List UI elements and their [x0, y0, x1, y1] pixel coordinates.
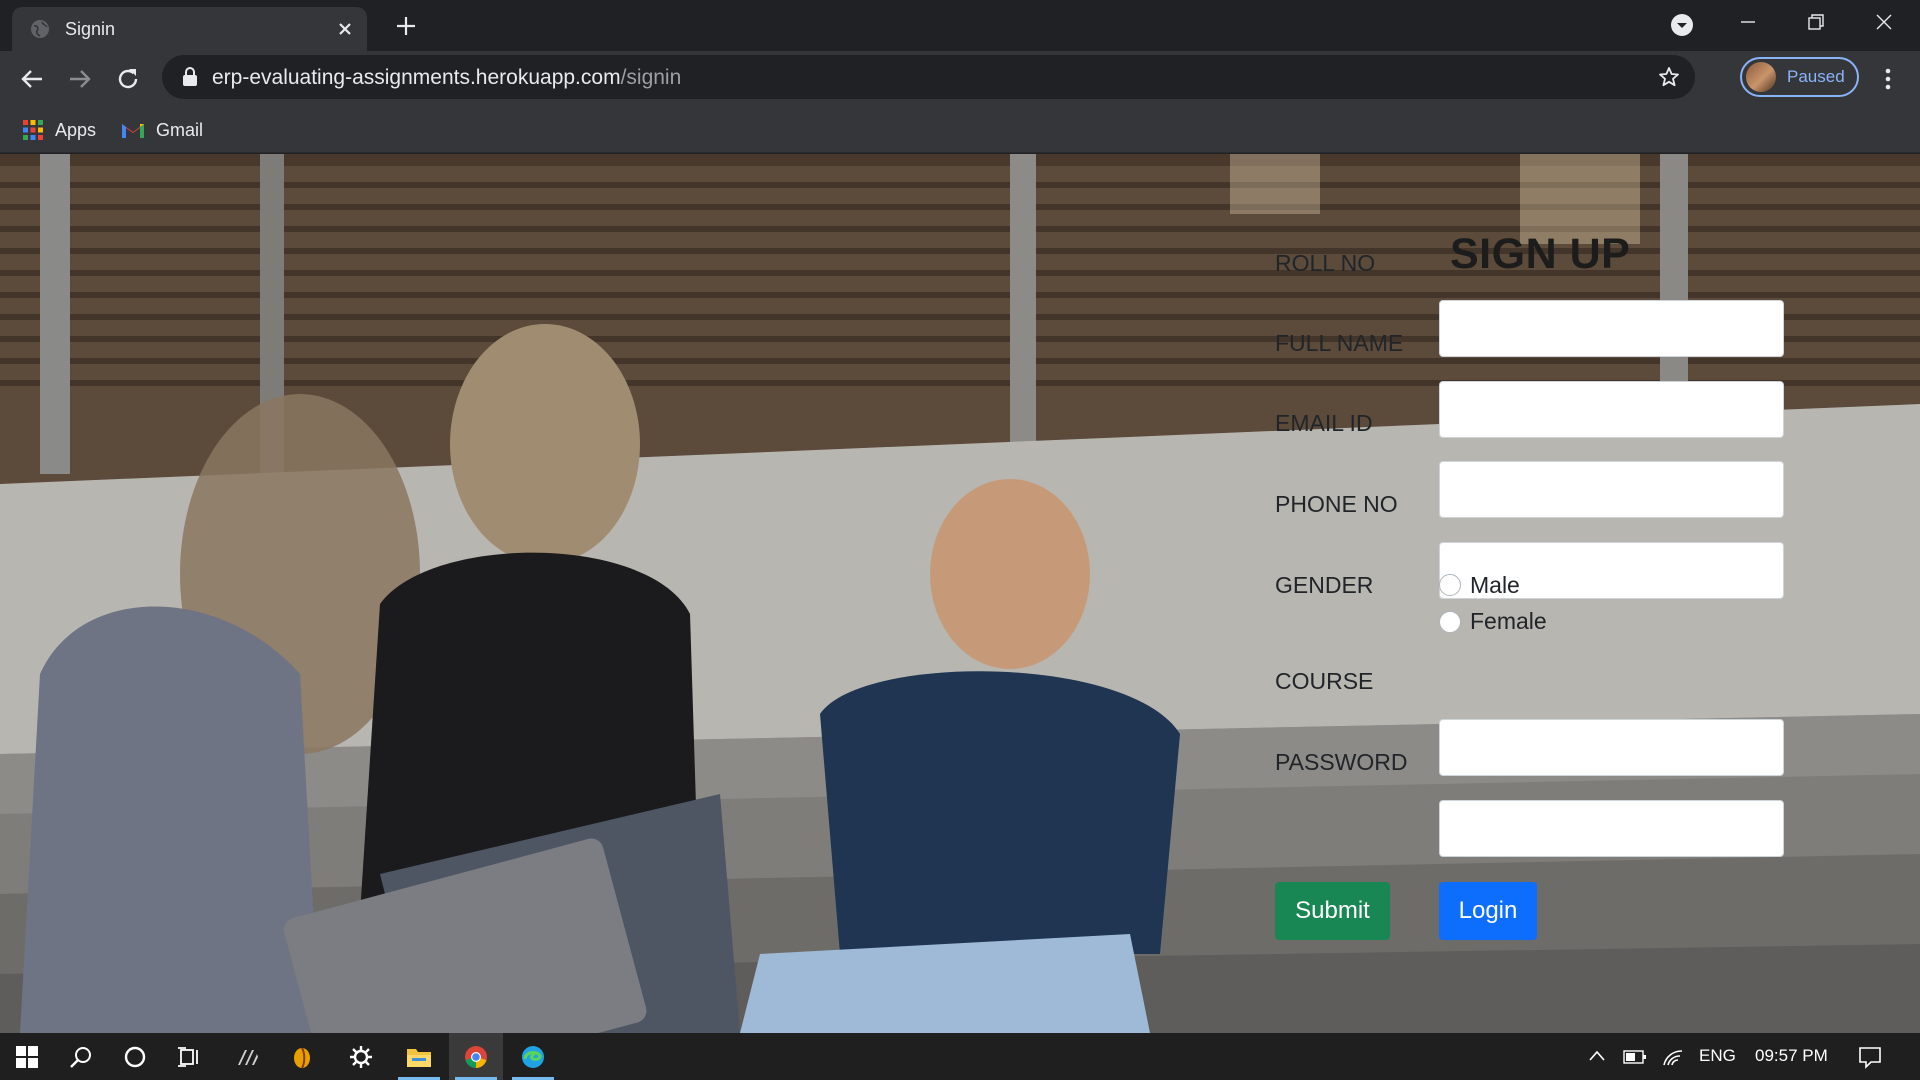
file-explorer-icon: [407, 1048, 431, 1067]
back-icon[interactable]: [18, 65, 46, 93]
url-text: erp-evaluating-assignments.herokuapp.com…: [212, 66, 681, 90]
roll-no-label: ROLL NO: [1275, 250, 1376, 276]
browser-icon: [294, 1046, 310, 1069]
bookmark-apps[interactable]: Apps: [22, 116, 96, 144]
phone-label: PHONE NO: [1275, 491, 1398, 517]
password-label: PASSWORD: [1275, 749, 1408, 775]
email-label: EMAIL ID: [1275, 410, 1373, 436]
restore-button[interactable]: [1782, 0, 1850, 44]
settings-icon: [350, 1045, 372, 1068]
search-icon: [70, 1046, 91, 1068]
page-content: SIGN UP ROLL NO FULL NAME EMAIL ID PHONE…: [0, 154, 1920, 1033]
language-indicator[interactable]: ENG: [1699, 1046, 1736, 1066]
roll-no-input[interactable]: [1439, 300, 1784, 357]
gender-female-label[interactable]: Female: [1470, 608, 1547, 635]
restore-icon: [1808, 14, 1824, 30]
taskbar-search[interactable]: [54, 1033, 108, 1080]
address-bar[interactable]: erp-evaluating-assignments.herokuapp.com…: [162, 55, 1695, 99]
minimize-button[interactable]: [1714, 0, 1782, 44]
edge-icon: [522, 1045, 544, 1068]
full-name-label: FULL NAME: [1275, 330, 1404, 356]
globe-icon: [31, 20, 49, 38]
taskbar-chrome[interactable]: [449, 1033, 503, 1080]
tab-search-icon[interactable]: [1670, 13, 1694, 37]
bookmarks-bar: Apps Gmail: [0, 107, 1920, 153]
course-input[interactable]: [1439, 719, 1784, 776]
email-input[interactable]: [1439, 461, 1784, 518]
chrome-icon: [465, 1045, 487, 1068]
task-view-icon: [178, 1046, 198, 1067]
taskbar-edge[interactable]: [506, 1033, 560, 1080]
taskbar-app[interactable]: [221, 1033, 275, 1080]
reload-icon[interactable]: [114, 65, 142, 93]
close-window-button[interactable]: [1850, 0, 1918, 44]
taskbar-file-explorer[interactable]: [392, 1033, 446, 1080]
url-host: erp-evaluating-assignments.herokuapp.com: [212, 66, 621, 89]
gender-male-label[interactable]: Male: [1470, 572, 1520, 599]
bookmark-gmail[interactable]: Gmail: [121, 116, 203, 144]
lock-icon[interactable]: [182, 67, 198, 87]
full-name-input[interactable]: [1439, 381, 1784, 438]
more-menu-icon[interactable]: [1876, 65, 1900, 93]
forward-icon[interactable]: [66, 65, 94, 93]
bookmark-star-icon[interactable]: [1657, 65, 1681, 89]
submit-button[interactable]: Submit: [1275, 882, 1390, 940]
gender-label: GENDER: [1275, 572, 1374, 598]
tab-title: Signin: [65, 19, 116, 39]
taskbar-cortana[interactable]: [108, 1033, 162, 1080]
wifi-icon[interactable]: [1662, 1047, 1684, 1067]
taskbar-settings[interactable]: [334, 1033, 388, 1080]
browser-tab[interactable]: Signin: [12, 7, 367, 51]
profile-button[interactable]: Paused: [1740, 57, 1859, 97]
apps-grid-icon: [23, 120, 43, 140]
form-title: SIGN UP: [1450, 230, 1631, 278]
taskbar-task-view[interactable]: [162, 1033, 216, 1080]
clock[interactable]: 09:57 PM: [1755, 1046, 1828, 1066]
tab-strip: Signin: [0, 0, 1920, 51]
login-button[interactable]: Login: [1439, 882, 1537, 940]
windows-start-icon: [16, 1045, 38, 1068]
start-button[interactable]: [0, 1033, 54, 1080]
battery-icon[interactable]: [1623, 1049, 1647, 1065]
profile-status: Paused: [1787, 67, 1845, 86]
new-tab-icon[interactable]: [393, 13, 419, 39]
bookmark-gmail-label: Gmail: [156, 119, 204, 140]
browser-toolbar: erp-evaluating-assignments.herokuapp.com…: [0, 51, 1920, 107]
gender-male-radio[interactable]: [1439, 574, 1461, 596]
taskbar-browser-app[interactable]: [275, 1033, 329, 1080]
cortana-icon: [124, 1046, 146, 1067]
gender-female-radio[interactable]: [1439, 611, 1461, 633]
tray-chevron-icon[interactable]: [1588, 1049, 1606, 1063]
app-icon: [238, 1049, 258, 1065]
course-label: COURSE: [1275, 668, 1374, 694]
gmail-icon: [122, 124, 144, 138]
windows-taskbar: ENG 09:57 PM: [0, 1033, 1920, 1080]
url-path: /signin: [620, 66, 682, 89]
password-input[interactable]: [1439, 800, 1784, 857]
close-icon: [1876, 14, 1892, 30]
notifications-icon[interactable]: [1858, 1045, 1882, 1069]
minimize-icon: [1741, 21, 1755, 23]
close-tab-icon[interactable]: [333, 17, 357, 41]
avatar: [1746, 62, 1776, 92]
bookmark-apps-label: Apps: [55, 119, 97, 140]
